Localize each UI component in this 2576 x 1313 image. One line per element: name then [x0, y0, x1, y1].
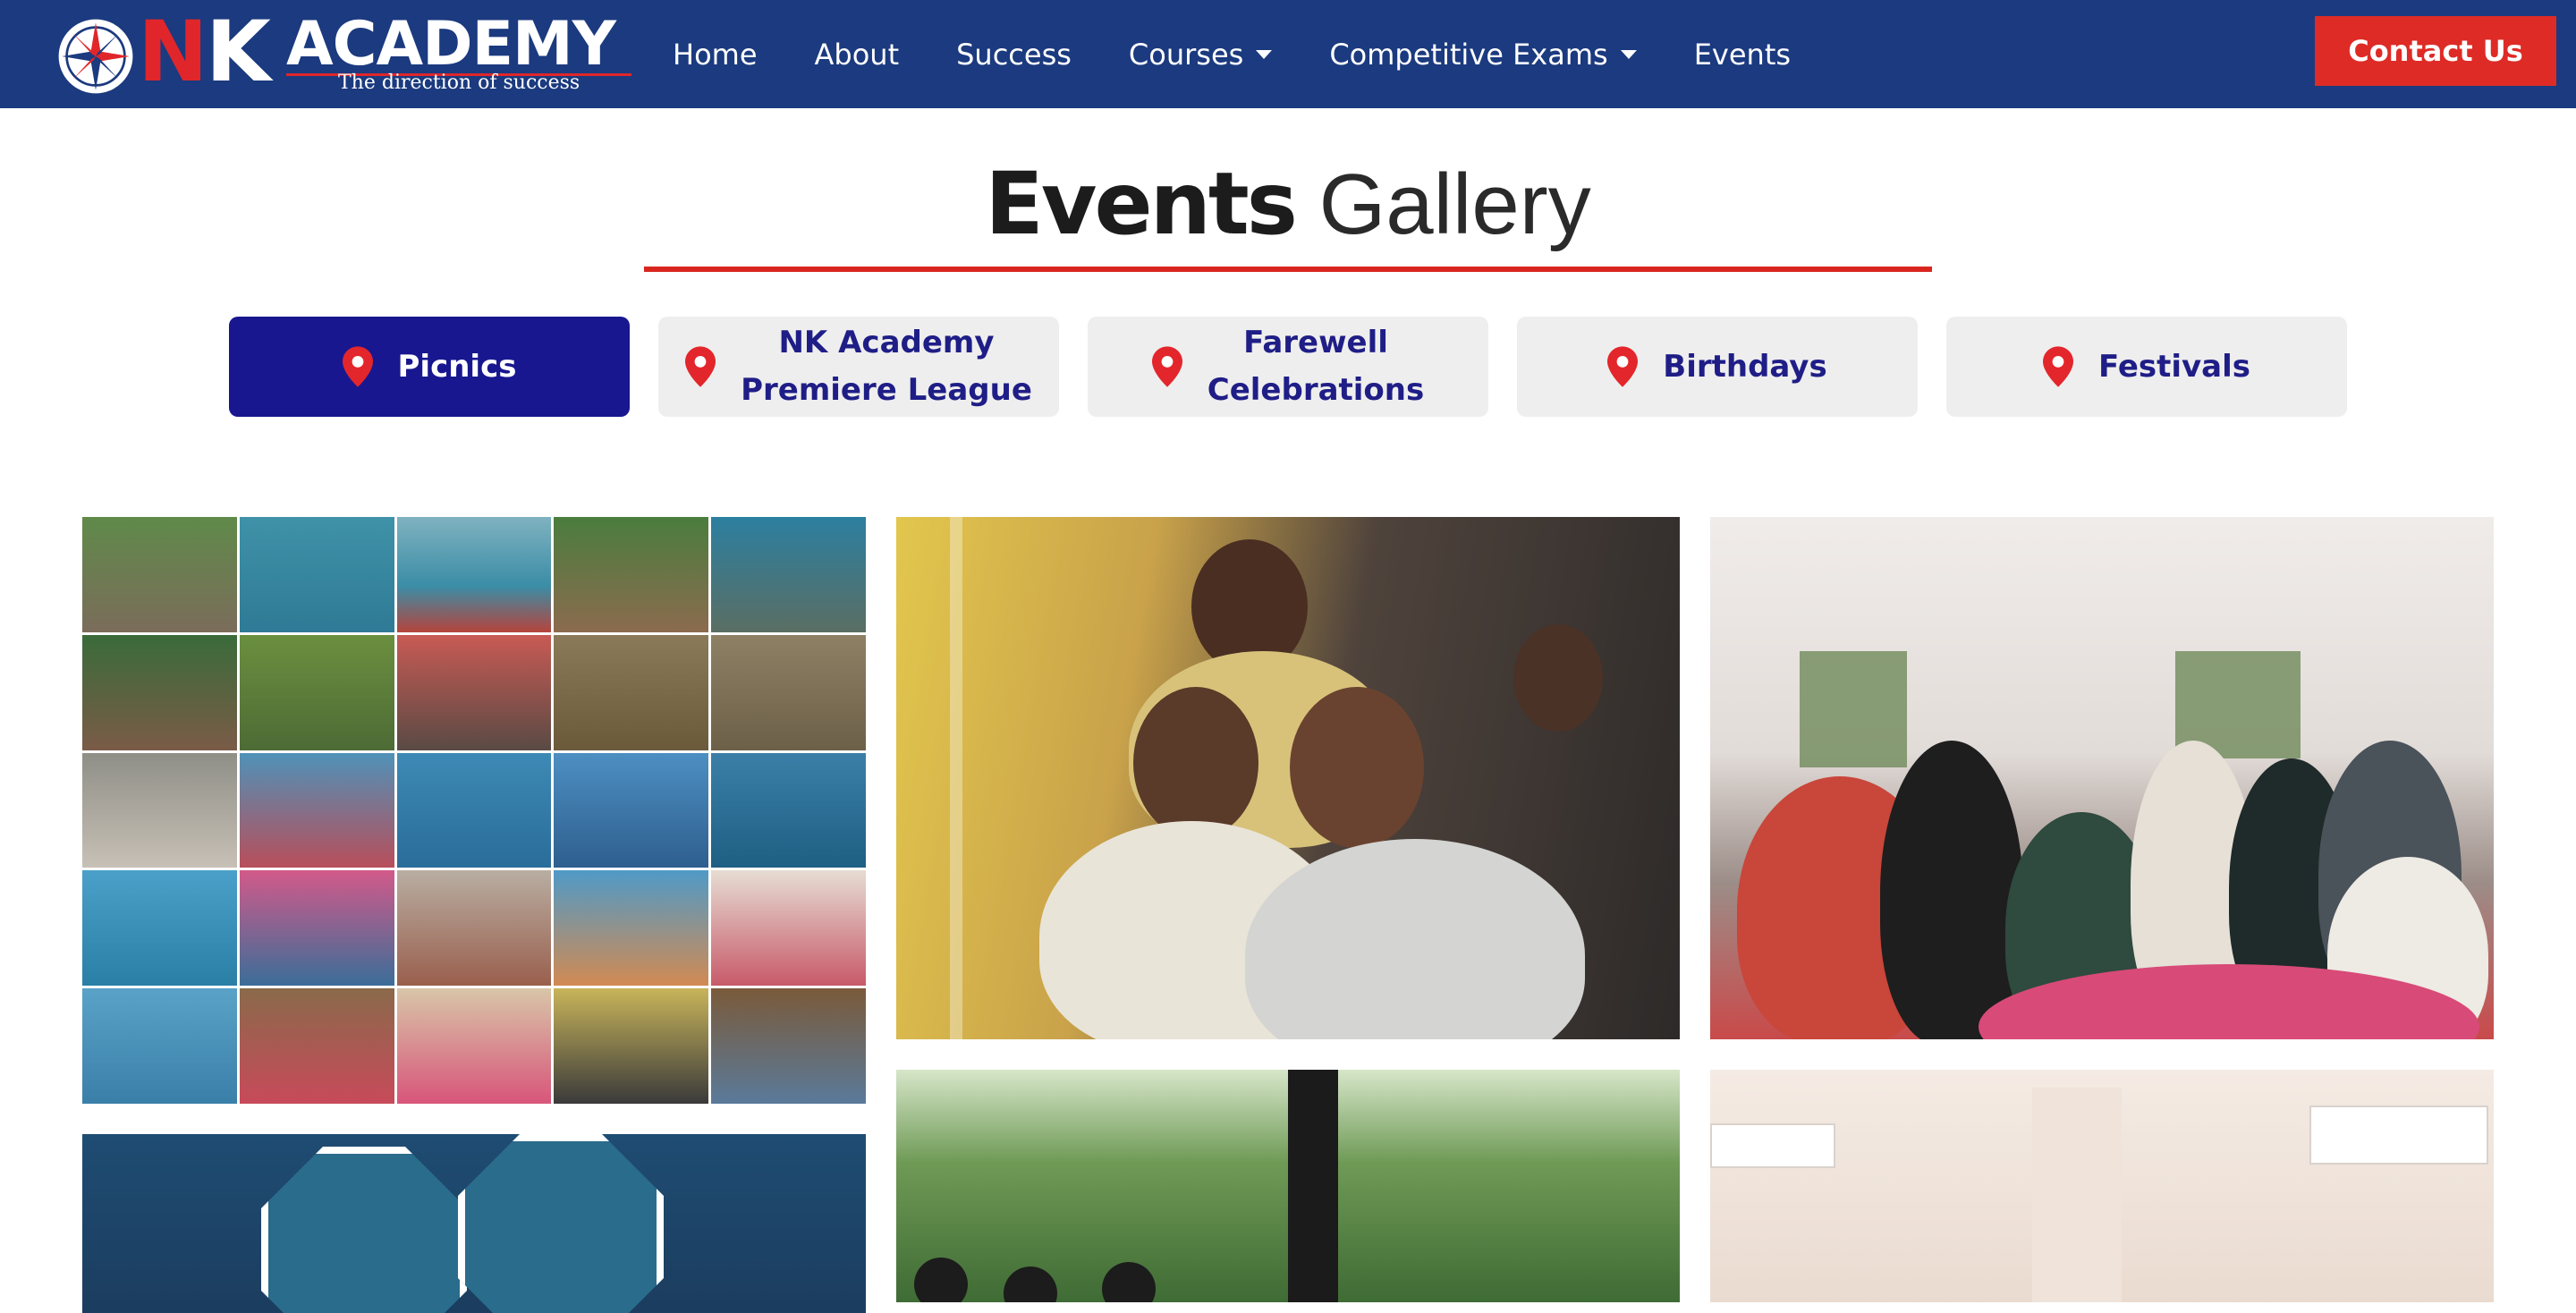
compass-logo-icon [58, 19, 133, 94]
gallery-photo-students-on-bus[interactable] [896, 517, 1680, 1039]
tab-label: NK Academy Premiere League [741, 319, 1032, 414]
gallery-photo-indoor-room[interactable] [1710, 1070, 2494, 1302]
title-underline [644, 267, 1932, 272]
nav-item-courses[interactable]: Courses [1100, 0, 1301, 108]
logo-letter-n: N [138, 4, 208, 101]
tab-label-line: Birthdays [1663, 348, 1827, 385]
map-pin-icon [685, 346, 716, 387]
tab-label-line: Celebrations [1207, 372, 1425, 408]
tab-label-line: Farewell [1243, 325, 1388, 360]
tab-birthdays[interactable]: Birthdays [1517, 317, 1918, 417]
gallery-photo-picnic-collage[interactable] [82, 517, 866, 1104]
map-pin-icon [342, 346, 373, 387]
chevron-down-icon [1620, 49, 1637, 59]
tab-label: Farewell Celebrations [1208, 319, 1424, 414]
contact-us-button[interactable]: Contact Us [2315, 16, 2556, 86]
person-head [1102, 1262, 1156, 1302]
top-navbar: N K ACADEMY The direction of success Hom… [0, 0, 2576, 108]
nav-item-events[interactable]: Events [1665, 0, 1819, 108]
nk-academy-logo[interactable]: N K ACADEMY The direction of success [52, 4, 631, 101]
tab-label: Birthdays [1663, 343, 1826, 391]
nav-item-label: Courses [1128, 37, 1244, 72]
nav-item-label: Competitive Exams [1329, 37, 1608, 72]
tab-label-line: Festivals [2097, 348, 2251, 385]
air-conditioner [1710, 1123, 1835, 1168]
person-head [914, 1258, 968, 1302]
nav-item-label: Home [673, 37, 758, 72]
gallery-photo-framed-group-photos[interactable] [82, 1134, 866, 1313]
chevron-down-icon [1256, 49, 1273, 59]
logo-tagline: The direction of success [338, 72, 580, 94]
nav-item-label: Success [956, 37, 1072, 72]
tab-festivals[interactable]: Festivals [1946, 317, 2347, 417]
tab-label-line: NK Academy [778, 325, 995, 360]
gallery-photo-group-at-restaurant[interactable] [1710, 517, 2494, 1039]
air-conditioner [2309, 1105, 2488, 1165]
tab-farewell-celebrations[interactable]: Farewell Celebrations [1088, 317, 1488, 417]
map-pin-icon [1607, 346, 1639, 387]
nav-item-about[interactable]: About [786, 0, 928, 108]
nav-item-competitive-exams[interactable]: Competitive Exams [1301, 0, 1665, 108]
tab-label: Picnics [398, 343, 517, 391]
tab-picnics[interactable]: Picnics [229, 317, 630, 417]
gallery-photo-outdoor-garden[interactable] [896, 1070, 1680, 1302]
map-pin-icon [1151, 346, 1182, 387]
tab-nk-academy-premiere-league[interactable]: NK Academy Premiere League [658, 317, 1059, 417]
nav-item-success[interactable]: Success [928, 0, 1100, 108]
person-head [1513, 624, 1603, 732]
bus-window-frame [950, 517, 962, 1039]
tab-label: Festivals [2098, 343, 2250, 391]
logo-letter-k: K [206, 4, 271, 101]
main-nav: Home About Success Courses Competitive E… [673, 0, 1819, 108]
nav-item-label: About [814, 37, 900, 72]
person [1880, 741, 2023, 1039]
collage-grid [82, 517, 866, 1104]
tab-label-line: Picnics [397, 348, 517, 385]
pillar [1288, 1070, 1338, 1302]
person-head [1004, 1266, 1057, 1302]
map-pin-icon [2042, 346, 2073, 387]
page-title-light: Gallery [1318, 157, 1591, 252]
tab-label-line: Premiere League [741, 372, 1032, 408]
page-title-bold: Events [985, 154, 1298, 254]
window [1800, 651, 1907, 767]
framed-photo [261, 1147, 467, 1313]
nav-item-label: Events [1693, 37, 1792, 72]
person-head [1133, 687, 1258, 839]
wall-pillar [2032, 1088, 2122, 1302]
nav-item-home[interactable]: Home [673, 0, 786, 108]
framed-photo [458, 1134, 664, 1313]
page-title: Events Gallery [0, 150, 2576, 258]
event-category-tabs: Picnics NK Academy Premiere League Farewe… [229, 317, 2347, 417]
person-head [1290, 687, 1424, 848]
